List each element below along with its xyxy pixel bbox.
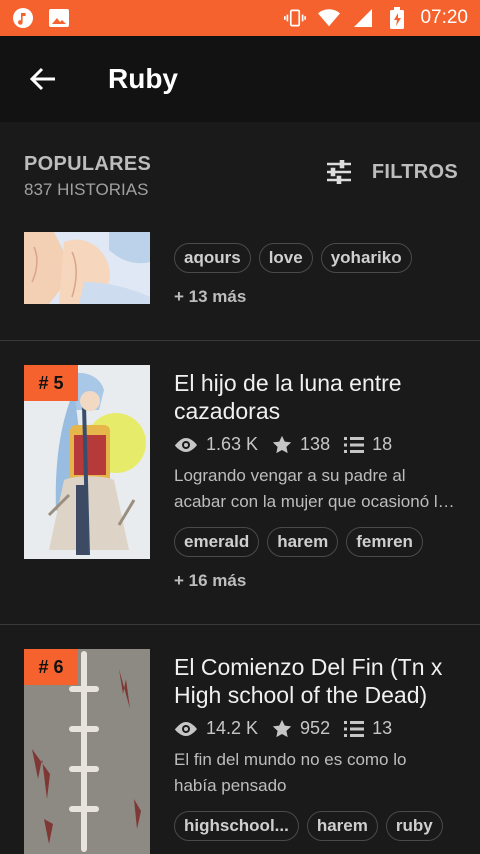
story-count: 837 HISTORIAS [24, 180, 149, 199]
eye-icon [174, 437, 197, 452]
votes-count: 952 [300, 718, 331, 738]
story-stats: 1.63 K 138 18 [174, 434, 406, 455]
tag-chip[interactable]: femren [346, 527, 423, 557]
battery-icon [386, 7, 408, 29]
votes-count: 138 [300, 434, 331, 454]
wifi-icon [318, 7, 341, 29]
music-app-icon [12, 7, 34, 29]
list-icon [344, 436, 365, 453]
section-header: POPULARES 837 HISTORIAS FILTROS [0, 122, 480, 226]
rank-badge: # 6 [24, 649, 78, 685]
description-line: Logrando vengar a su padre al [174, 466, 406, 485]
votes-stat: 138 [272, 434, 330, 455]
status-time: 07:20 [420, 7, 468, 28]
story-item[interactable]: # 6 El Comienzo Del Fin (Tn x High schoo… [0, 625, 480, 854]
story-title[interactable]: El hijo de la luna entre cazadoras [174, 369, 464, 425]
tag-chip[interactable]: harem [267, 527, 339, 557]
reads-count: 14.2 K [206, 718, 259, 738]
rank-badge: # 5 [24, 365, 78, 401]
gallery-icon [48, 7, 70, 29]
eye-icon [174, 721, 197, 736]
description-line: había pensado [174, 776, 287, 795]
app-bar: Ruby [0, 36, 480, 122]
tag-chip[interactable]: yoharikо [320, 243, 412, 273]
tag-chip[interactable]: aqours [174, 243, 251, 273]
tag-list: highschool... harem ruby [174, 811, 443, 841]
tag-chip[interactable]: highschool... [174, 811, 299, 841]
description-line: acabar con la mujer que ocasionó la muer… [174, 492, 464, 511]
parts-stat: 13 [344, 718, 392, 739]
section-title: POPULARES [24, 153, 152, 175]
page-title: Ruby [108, 63, 178, 94]
description-line: El fin del mundo no es como lo [174, 750, 407, 769]
parts-count: 18 [372, 434, 393, 454]
more-tags-link[interactable]: + 13 más [174, 287, 246, 307]
reads-count: 1.63 K [206, 434, 259, 454]
story-description: Logrando vengar a su padre al acabar con… [174, 463, 464, 515]
reads-stat: 1.63 K [174, 434, 258, 455]
story-cover[interactable] [24, 232, 150, 304]
tag-chip[interactable]: love [258, 243, 313, 273]
story-cover[interactable]: # 5 [24, 365, 150, 559]
story-item[interactable]: # 5 El hijo de la luna entre cazadoras 1… [0, 341, 480, 624]
vibrate-icon [284, 7, 307, 29]
tag-list: aqours love yoharikо [174, 243, 412, 273]
status-bar: 07:20 [0, 0, 480, 36]
signal-icon [352, 7, 374, 29]
star-icon [272, 719, 292, 737]
more-tags-link[interactable]: + 16 más [174, 571, 246, 591]
story-stats: 14.2 K 952 13 [174, 718, 406, 739]
sliders-icon [326, 160, 351, 184]
arrow-left-icon [29, 67, 55, 91]
story-cover[interactable]: # 6 [24, 649, 150, 854]
filters-label: FILTROS [371, 160, 458, 183]
story-item[interactable]: aqours love yoharikо + 13 más [0, 226, 480, 340]
tag-chip[interactable]: harem [306, 811, 378, 841]
story-title[interactable]: El Comienzo Del Fin (Tn x High school of… [174, 653, 464, 709]
filters-button[interactable]: FILTROS [326, 160, 458, 184]
votes-stat: 952 [272, 718, 330, 739]
back-button[interactable] [18, 54, 68, 104]
tag-list: emerald harem femren [174, 527, 423, 557]
parts-stat: 18 [344, 434, 392, 455]
reads-stat: 14.2 K [174, 718, 258, 739]
story-description: El fin del mundo no es como lo había pen… [174, 747, 464, 799]
parts-count: 13 [372, 718, 393, 738]
star-icon [272, 435, 292, 453]
tag-chip[interactable]: emerald [174, 527, 260, 557]
tag-chip[interactable]: ruby [385, 811, 443, 841]
list-icon [344, 720, 365, 737]
